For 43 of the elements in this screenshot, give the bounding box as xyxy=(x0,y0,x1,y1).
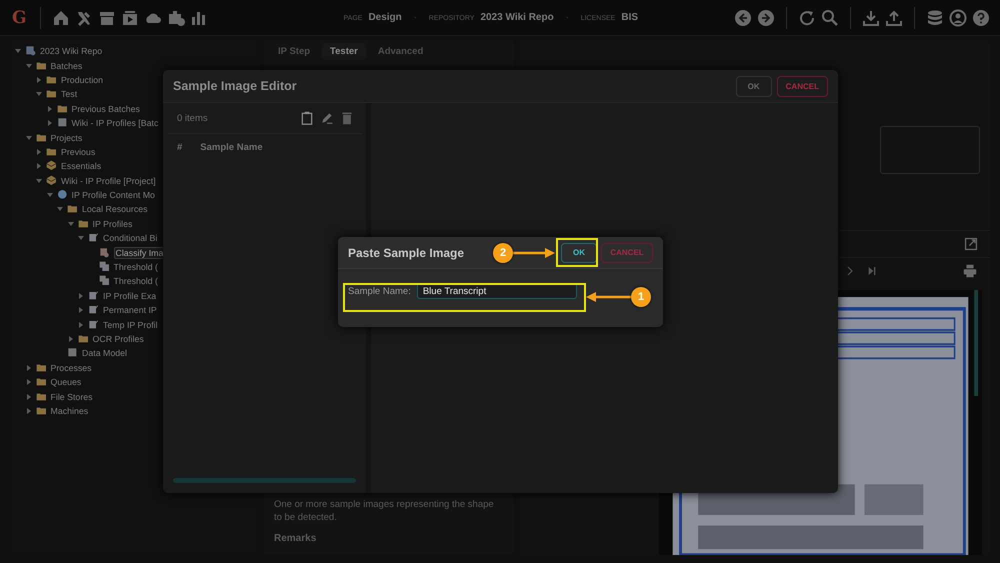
column-header[interactable]: # xyxy=(177,142,182,153)
field-label: Sample Name: xyxy=(348,286,411,296)
item-count: 0 items xyxy=(177,112,208,124)
tree-item[interactable]: Permanent IP xyxy=(14,303,157,318)
tree-item[interactable]: IP Profile Content Mo xyxy=(14,188,155,202)
tree-item[interactable]: Threshold ( xyxy=(14,260,158,274)
separator: · xyxy=(414,12,417,22)
breadcrumb-value: BIS xyxy=(621,12,638,23)
tree-item[interactable]: Previous Batches xyxy=(14,102,140,116)
tree-item[interactable]: Queues xyxy=(14,374,82,390)
tree-item[interactable]: 2023 Wiki Repo xyxy=(14,44,102,58)
dialog-title: Sample Image Editor xyxy=(173,79,297,93)
tree-item[interactable]: Production xyxy=(14,72,104,88)
tree-item[interactable]: Data Model xyxy=(14,346,127,361)
tree-item[interactable]: Local Resources xyxy=(14,202,148,217)
tree-item[interactable]: IP Profiles xyxy=(14,216,132,232)
tab[interactable]: Tester xyxy=(322,43,366,60)
section-heading: Remarks xyxy=(274,532,318,544)
tree-item[interactable]: Temp IP Profil xyxy=(14,317,158,332)
breadcrumb-value: Design xyxy=(368,12,402,23)
tree-item[interactable]: Projects xyxy=(14,130,82,145)
ok-button[interactable]: OK xyxy=(561,242,597,262)
tree-item[interactable]: Processes xyxy=(14,360,92,375)
tree-item[interactable]: Previous xyxy=(14,144,96,160)
description-text: One or more sample images representing the shape to be detected. xyxy=(274,499,495,525)
logo[interactable]: G xyxy=(10,8,29,28)
tree-item[interactable]: Essentials xyxy=(14,159,102,174)
separator: · xyxy=(566,12,569,22)
tree-item[interactable]: Batches xyxy=(14,58,82,73)
tree-item[interactable]: OCR Profiles xyxy=(14,332,144,346)
breadcrumb-value: 2023 Wiki Repo xyxy=(480,12,554,23)
tree-item[interactable]: Classify Ima xyxy=(14,245,166,260)
dialog-title: Paste Sample Image xyxy=(348,246,464,260)
cancel-button[interactable]: CANCEL xyxy=(776,76,828,96)
tree-item[interactable]: Threshold ( xyxy=(14,274,158,289)
tree-item[interactable]: Wiki - IP Profiles [Batc xyxy=(14,116,158,130)
tree-item[interactable]: Wiki - IP Profile [Project] xyxy=(14,174,156,188)
column-header[interactable]: Sample Name xyxy=(200,142,263,153)
tree-item[interactable]: Conditional Bi xyxy=(14,231,158,246)
tree-item[interactable]: Test xyxy=(14,87,78,102)
tree-item[interactable]: File Stores xyxy=(14,389,93,404)
tree-item[interactable]: IP Profile Exa xyxy=(14,288,156,304)
tree-item[interactable]: Machines xyxy=(14,404,88,418)
